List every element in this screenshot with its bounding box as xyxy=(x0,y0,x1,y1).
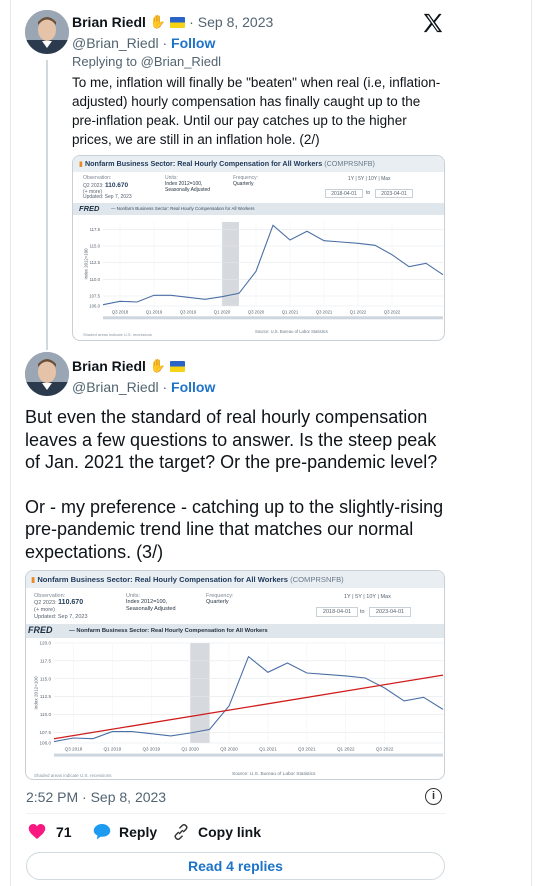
tweet-paragraph: But even the standard of real hourly com… xyxy=(25,407,438,472)
chart-legend: — Nonfarm Business Sector: Real Hourly C… xyxy=(111,206,255,211)
link-icon xyxy=(174,823,188,841)
tweet-paragraph: Or - my preference - catching up to the … xyxy=(25,496,444,562)
author-handle[interactable]: @Brian_Riedl xyxy=(72,379,159,395)
observation-info: Observation: Q2 2023: 110.670 (+ more) U… xyxy=(34,593,88,620)
y-tick-label: 106.0 xyxy=(40,741,52,746)
x-tick-label: Q1 2022 xyxy=(350,309,367,314)
date-from-field[interactable]: 2018-04-01 xyxy=(325,189,363,198)
chart-image-1[interactable]: ▮ Nonfarm Business Sector: Real Hourly C… xyxy=(72,155,445,341)
replying-to: Replying to @Brian_Riedl xyxy=(72,54,222,69)
x-tick-label: Q1 2020 xyxy=(214,309,231,314)
range-buttons[interactable]: 1Y | 5Y | 10Y | Max xyxy=(348,176,391,183)
y-tick-label: 106.0 xyxy=(89,304,100,309)
chart-title: ▮ Nonfarm Business Sector: Real Hourly C… xyxy=(73,156,444,172)
x-tick-label: Q3 2019 xyxy=(142,747,160,752)
recession-band xyxy=(190,643,210,743)
y-axis-label: Index 2012=100 xyxy=(33,676,38,710)
chart-source: Source: U.S. Bureau of Labor Statistics xyxy=(232,772,316,777)
follow-button[interactable]: Follow xyxy=(171,35,215,51)
heart-icon xyxy=(28,824,46,839)
units-info: Units: Index 2012=100, Seasonally Adjust… xyxy=(165,175,211,193)
frequency-info: Frequency: Quarterly xyxy=(206,593,234,606)
read-replies-button[interactable]: Read 4 replies xyxy=(26,852,445,880)
y-tick-label: 112.5 xyxy=(40,694,52,699)
chart-title: ▮ Nonfarm Business Sector: Real Hourly C… xyxy=(26,571,444,588)
x-tick-label: Q3 2021 xyxy=(298,747,316,752)
x-tick-label: Q3 2018 xyxy=(65,747,83,752)
chart-plot: 106.0 107.5 110.0 112.5 115.0 117.5 Q3 2018 Q1 … xyxy=(84,222,444,320)
author-handle[interactable]: @Brian_Riedl xyxy=(72,35,159,51)
avatar[interactable] xyxy=(25,352,69,396)
tweet-text: To me, inflation will finally be "beaten… xyxy=(72,75,441,147)
recession-note: Shaded areas indicate U.S. recessions xyxy=(34,773,112,778)
fred-logo: FRED xyxy=(79,204,100,213)
tweet-timestamp[interactable]: 2:52 PM · Sep 8, 2023 xyxy=(26,789,166,805)
recession-note: Shaded areas indicate U.S. recessions xyxy=(83,332,152,337)
x-tick-label: Q1 2022 xyxy=(337,747,355,752)
range-slider[interactable] xyxy=(103,316,443,320)
x-tick-label: Q3 2022 xyxy=(376,747,394,752)
waving-hand-icon: ✋ xyxy=(149,14,167,29)
divider xyxy=(26,813,446,814)
x-logo-icon[interactable] xyxy=(422,12,444,34)
y-tick-label: 117.5 xyxy=(40,658,52,663)
x-tick-label: Q3 2018 xyxy=(112,309,129,314)
chart-icon: ▮ xyxy=(79,159,83,168)
y-tick-label: 115.0 xyxy=(90,244,101,249)
units-info: Units: Index 2012=100, Seasonally Adjust… xyxy=(126,593,176,612)
y-tick-label: 120.0 xyxy=(40,641,52,646)
reply-button[interactable]: Reply xyxy=(93,823,157,840)
frequency-info: Frequency: Quarterly xyxy=(233,175,259,187)
y-tick-label: 110.0 xyxy=(40,712,52,717)
info-icon[interactable]: i xyxy=(425,788,442,805)
x-tick-label: Q3 2022 xyxy=(384,309,401,314)
fred-logo: FRED xyxy=(28,625,53,635)
x-tick-label: Q3 2019 xyxy=(180,309,197,314)
date-to-field[interactable]: 2023-04-01 xyxy=(375,189,413,198)
x-tick-label: Q1 2021 xyxy=(259,747,277,752)
x-tick-label: Q1 2020 xyxy=(181,747,199,752)
tweet-date[interactable]: Sep 8, 2023 xyxy=(198,14,274,30)
like-button[interactable]: 71 xyxy=(28,823,72,840)
tweet-text: But even the standard of real hourly com… xyxy=(25,406,445,563)
avatar-photo xyxy=(25,10,69,54)
avatar-photo xyxy=(25,352,69,396)
author-name[interactable]: Brian Riedl xyxy=(72,14,146,30)
follow-button[interactable]: Follow xyxy=(171,379,215,395)
ukraine-flag-icon xyxy=(170,360,186,372)
thread-connector xyxy=(46,60,48,350)
ukraine-flag-icon xyxy=(170,16,186,28)
chart-plot: 106.0 107.5 110.0 112.5 115.0 117.5 120.0 Q3 20… xyxy=(33,641,444,757)
range-buttons[interactable]: 1Y | 5Y | 10Y | Max xyxy=(344,594,391,600)
y-tick-label: 115.0 xyxy=(40,676,52,681)
x-tick-label: Q3 2020 xyxy=(220,747,238,752)
chart-icon: ▮ xyxy=(31,575,36,584)
observation-info: Observation: Q2 2023: 110.670 (+ more) U… xyxy=(83,175,132,201)
y-axis-label: Index 2012=100 xyxy=(84,248,89,280)
reply-bubble-icon xyxy=(93,824,111,840)
y-tick-label: 107.5 xyxy=(40,730,52,735)
x-tick-label: Q1 2019 xyxy=(104,747,122,752)
date-from-field[interactable]: 2018-04-01 xyxy=(316,607,358,617)
chart-source: Source: U.S. Bureau of Labor Statistics xyxy=(255,329,328,334)
chart-image-2[interactable]: ▮ Nonfarm Business Sector: Real Hourly C… xyxy=(25,570,445,780)
x-tick-label: Q3 2021 xyxy=(316,309,333,314)
x-tick-label: Q1 2019 xyxy=(146,309,163,314)
chart-legend: — Nonfarm Business Sector: Real Hourly C… xyxy=(69,628,268,634)
y-tick-label: 110.0 xyxy=(90,277,101,282)
y-tick-label: 107.5 xyxy=(89,294,100,299)
waving-hand-icon: ✋ xyxy=(149,358,167,373)
date-to-field[interactable]: 2023-04-01 xyxy=(369,607,411,617)
replying-to-link[interactable]: @Brian_Riedl xyxy=(141,54,221,69)
y-tick-label: 112.5 xyxy=(90,260,101,265)
copy-link-button[interactable]: Copy link xyxy=(172,823,261,841)
y-tick-label: 117.5 xyxy=(90,227,101,232)
author-name[interactable]: Brian Riedl xyxy=(72,358,146,374)
x-tick-label: Q3 2020 xyxy=(248,309,265,314)
x-tick-label: Q1 2021 xyxy=(282,309,299,314)
like-count: 71 xyxy=(56,823,72,840)
range-slider[interactable] xyxy=(54,753,443,757)
avatar[interactable] xyxy=(25,10,69,54)
